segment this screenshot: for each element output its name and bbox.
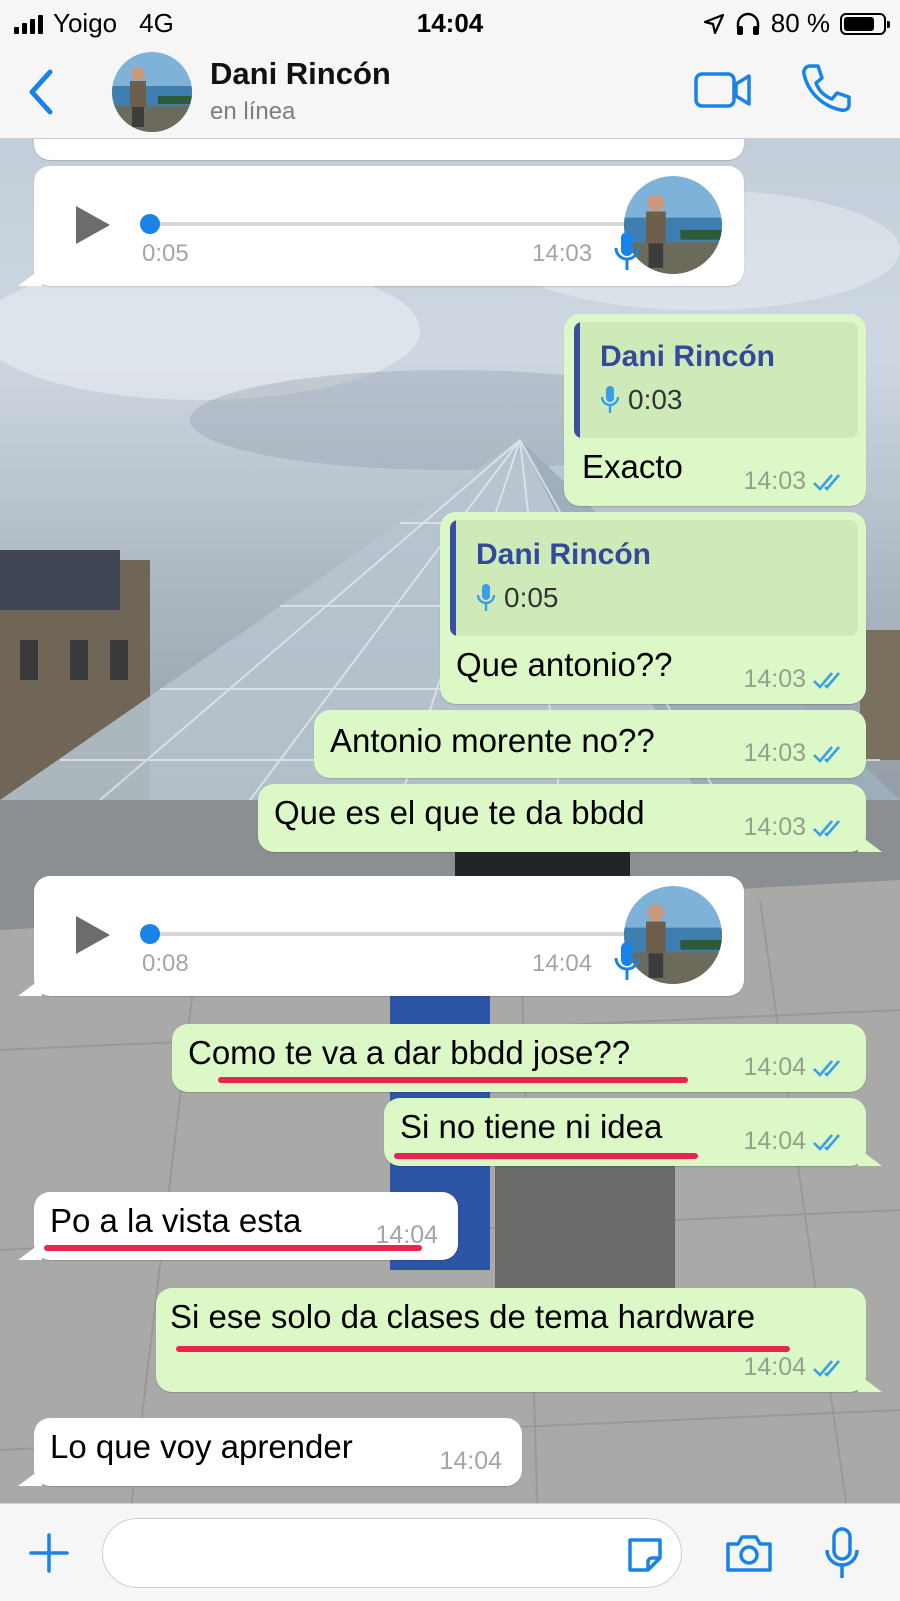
video-call-icon[interactable]	[694, 70, 752, 110]
battery-icon	[840, 12, 890, 35]
reply-message[interactable]: Dani Rincón 0:03 Exacto 14:03	[564, 314, 866, 506]
quote-bar	[574, 322, 580, 438]
play-icon[interactable]	[74, 204, 112, 246]
read-ticks-icon	[813, 1359, 840, 1377]
quote-bar	[450, 520, 456, 636]
message-meta: 14:04	[743, 1127, 846, 1156]
message-meta: 14:04	[439, 1447, 502, 1476]
plus-icon[interactable]	[28, 1532, 70, 1574]
message-time: 14:03	[743, 665, 806, 693]
phone-icon[interactable]	[800, 62, 852, 114]
quoted-message[interactable]: Dani Rincón 0:05	[450, 520, 858, 636]
read-ticks-icon	[813, 745, 840, 763]
reply-message[interactable]: Dani Rincón 0:05 Que antonio?? 14:03	[440, 512, 866, 704]
message-text: Exacto	[582, 448, 683, 485]
status-right: 80 %	[703, 8, 890, 39]
message-meta: 14:04	[743, 1053, 846, 1082]
annotation-underline	[218, 1077, 688, 1083]
text-message[interactable]: Lo que voy aprender 14:04	[34, 1418, 522, 1486]
message-text: Que antonio??	[456, 646, 673, 683]
text-message[interactable]: Si ese solo da clases de tema hardware 1…	[156, 1288, 866, 1392]
message-meta: 14:03	[743, 739, 846, 768]
text-message[interactable]: Antonio morente no?? 14:03	[314, 710, 866, 778]
message-time: 14:04	[743, 1053, 806, 1081]
message-time: 14:04	[743, 1353, 806, 1381]
annotation-underline	[176, 1346, 790, 1352]
microphone-icon	[600, 386, 620, 413]
quoted-sender: Dani Rincón	[476, 538, 652, 571]
read-ticks-icon	[813, 1133, 840, 1151]
sticker-icon[interactable]	[624, 1534, 666, 1576]
message-text: Si ese solo da clases de tema hardware	[170, 1298, 756, 1335]
contact-avatar[interactable]	[112, 52, 192, 132]
message-meta: 14:03	[743, 665, 846, 694]
message-input[interactable]	[102, 1518, 682, 1588]
voice-progress-handle[interactable]	[140, 924, 160, 944]
voice-message[interactable]: 0:05 14:03	[34, 166, 744, 286]
microphone-icon[interactable]	[824, 1526, 860, 1582]
voice-progress-track[interactable]	[148, 222, 634, 226]
message-time: 14:04	[439, 1447, 502, 1475]
quoted-sender: Dani Rincón	[600, 340, 776, 373]
message-time: 14:03	[743, 467, 806, 495]
voice-message[interactable]: 0:08 14:04	[34, 876, 744, 996]
status-bar: Yoigo 4G 14:04 80 %	[0, 0, 900, 46]
message-text: Antonio morente no??	[330, 722, 655, 759]
message-text: Que es el que te da bbdd	[274, 794, 645, 831]
microphone-icon	[614, 942, 640, 980]
message-time: 14:04	[532, 950, 593, 977]
read-ticks-icon	[813, 819, 840, 837]
read-ticks-icon	[813, 473, 840, 491]
microphone-icon	[614, 232, 640, 270]
voice-duration: 0:08	[142, 950, 189, 977]
voice-progress-track[interactable]	[148, 932, 634, 936]
annotation-underline	[44, 1245, 422, 1251]
chevron-left-icon[interactable]	[22, 66, 62, 118]
contact-status: en línea	[210, 98, 296, 125]
headphones-icon	[736, 12, 759, 35]
message-composer	[0, 1503, 900, 1601]
read-ticks-icon	[813, 671, 840, 689]
message-text: Si no tiene ni idea	[400, 1108, 663, 1145]
voice-duration: 0:05	[142, 240, 189, 267]
message-time: 14:03	[743, 813, 806, 841]
chat-header: Dani Rincón en línea	[0, 46, 900, 139]
battery-percent: 80 %	[770, 8, 830, 38]
contact-name[interactable]: Dani Rincón	[210, 56, 391, 92]
play-icon[interactable]	[74, 914, 112, 956]
annotation-underline	[394, 1153, 698, 1159]
voice-progress-handle[interactable]	[140, 214, 160, 234]
quoted-duration: 0:05	[504, 582, 559, 613]
quoted-message[interactable]: Dani Rincón 0:03	[574, 322, 858, 438]
message-meta: 14:03	[743, 813, 846, 842]
message-meta: 14:04	[743, 1353, 846, 1382]
text-message[interactable]: Que es el que te da bbdd 14:03	[258, 784, 866, 852]
message-text: Lo que voy aprender	[50, 1428, 353, 1465]
camera-icon[interactable]	[724, 1532, 774, 1574]
message-meta: 14:03	[743, 467, 846, 496]
message-time: 14:04	[743, 1127, 806, 1155]
message-text: Como te va a dar bbdd jose??	[188, 1034, 631, 1071]
microphone-icon	[476, 584, 496, 611]
location-arrow-icon	[703, 13, 724, 34]
message-text: Po a la vista esta	[50, 1202, 302, 1239]
message-time: 14:03	[743, 739, 806, 767]
message-time: 14:03	[532, 240, 593, 267]
quoted-voice: 0:03	[600, 384, 683, 416]
read-ticks-icon	[813, 1059, 840, 1077]
quoted-duration: 0:03	[628, 384, 683, 415]
quoted-voice: 0:05	[476, 582, 559, 614]
